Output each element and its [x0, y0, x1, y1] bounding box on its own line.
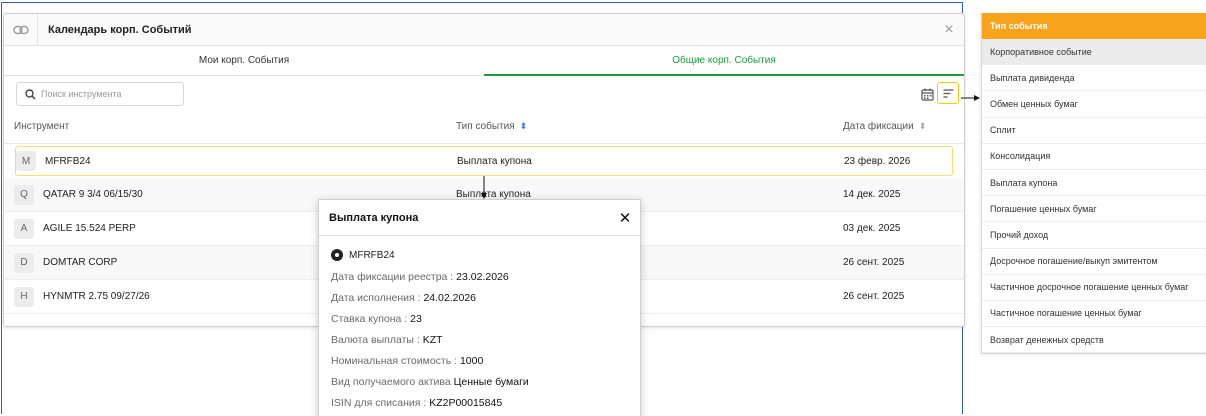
- close-icon[interactable]: ×: [934, 21, 964, 39]
- table-row[interactable]: M MFRFB24 Выплата купона 23 февр. 2026: [15, 146, 953, 176]
- table-header: Инструмент Тип события ⬍ Дата фиксации ⬍: [4, 110, 964, 144]
- instrument-name: HYNMTR 2.75 09/27/26: [43, 291, 150, 302]
- instrument-avatar: D: [14, 252, 34, 273]
- dropdown-item[interactable]: Частичное досрочное погашение ценных бум…: [982, 275, 1206, 301]
- instrument-avatar: Q: [14, 184, 34, 205]
- instrument-name: QATAR 9 3/4 06/15/30: [43, 189, 143, 200]
- dropdown-header: Тип события: [982, 13, 1206, 39]
- filter-button[interactable]: [937, 82, 959, 104]
- instrument-name: MFRFB24: [45, 155, 91, 167]
- date-cell: 26 сент. 2025: [843, 257, 905, 268]
- search-input[interactable]: [41, 89, 181, 99]
- screenshot-stage: Календарь корп. Событий × Мои корп. Собы…: [0, 0, 1206, 416]
- field-isin: ISIN для списания : KZ2P00015845: [331, 397, 503, 409]
- field-coupon-rate: Ставка купона : 23: [331, 313, 422, 325]
- dropdown-item[interactable]: Консолидация: [982, 144, 1206, 170]
- dropdown-item[interactable]: Возврат денежных средств: [982, 327, 1206, 354]
- calendar-icon[interactable]: [919, 86, 935, 102]
- date-cell: 03 дек. 2025: [843, 223, 901, 234]
- event-type-cell: Выплата купона: [457, 155, 532, 167]
- window-title: Календарь корп. Событий: [48, 23, 192, 36]
- dropdown-item[interactable]: Частичное погашение ценных бумаг: [982, 301, 1206, 328]
- instrument-name: AGILE 15.524 PERP: [43, 223, 136, 234]
- close-icon[interactable]: ✕: [610, 209, 640, 227]
- field-registry-date: Дата фиксации реестра : 23.02.2026: [331, 271, 509, 283]
- event-detail-popup: Выплата купона ✕ MFRFB24 Дата фиксации р…: [318, 199, 641, 416]
- toolbar: [4, 76, 964, 110]
- tab-my-events[interactable]: Мои корп. События: [4, 46, 484, 75]
- link-icon[interactable]: [4, 14, 38, 46]
- header-event-type-label: Тип события: [456, 121, 515, 132]
- dropdown-item[interactable]: Выплата купона: [982, 170, 1206, 197]
- dropdown-item[interactable]: Погашение ценных бумаг: [982, 196, 1206, 223]
- tab-common-events[interactable]: Общие корп. События: [484, 46, 964, 76]
- popup-title: Выплата купона: [329, 211, 419, 224]
- instrument-logo-icon: [331, 249, 343, 261]
- dropdown-item[interactable]: Корпоративное событие: [982, 39, 1206, 66]
- sort-icon[interactable]: ⬍: [919, 121, 927, 132]
- header-instrument[interactable]: Инструмент: [4, 121, 448, 132]
- date-cell: 14 дек. 2025: [843, 189, 901, 200]
- event-type-dropdown: Тип события Корпоративное событие Выплат…: [981, 13, 1206, 354]
- popup-body: MFRFB24 Дата фиксации реестра : 23.02.20…: [319, 236, 640, 416]
- instrument-avatar: H: [14, 286, 34, 307]
- header-date[interactable]: Дата фиксации ⬍: [843, 121, 964, 132]
- field-currency: Валюта выплаты : KZT: [331, 334, 443, 346]
- dropdown-item[interactable]: Выплата дивиденда: [982, 65, 1206, 92]
- instrument-name: DOMTAR CORP: [43, 257, 118, 268]
- date-cell: 23 февр. 2026: [844, 155, 911, 167]
- popup-instrument: MFRFB24: [331, 246, 628, 264]
- popup-instrument-name: MFRFB24: [349, 249, 395, 261]
- header-event-type[interactable]: Тип события ⬍: [448, 121, 843, 132]
- sort-icon[interactable]: ⬍: [520, 121, 528, 132]
- dropdown-item[interactable]: Прочий доход: [982, 222, 1206, 249]
- dropdown-item[interactable]: Обмен ценных бумаг: [982, 91, 1206, 118]
- title-bar: Календарь корп. Событий ×: [4, 14, 964, 46]
- field-nominal: Номинальная стоимость : 1000: [331, 355, 484, 367]
- filter-icon: [943, 88, 953, 98]
- date-cell: 26 сент. 2025: [843, 291, 905, 302]
- field-asset-type: Вид получаемого актива Ценные бумаги: [331, 376, 529, 388]
- header-date-label: Дата фиксации: [843, 121, 914, 132]
- dropdown-item[interactable]: Досрочное погашение/выкуп эмитентом: [982, 249, 1206, 275]
- search-icon: [25, 88, 36, 100]
- search-box[interactable]: [16, 82, 184, 106]
- instrument-avatar: A: [14, 218, 34, 239]
- popup-header: Выплата купона ✕: [319, 200, 640, 236]
- field-execution-date: Дата исполнения : 24.02.2026: [331, 292, 477, 304]
- tab-bar: Мои корп. События Общие корп. События: [4, 46, 964, 76]
- dropdown-item[interactable]: Сплит: [982, 118, 1206, 144]
- instrument-avatar: M: [16, 151, 36, 171]
